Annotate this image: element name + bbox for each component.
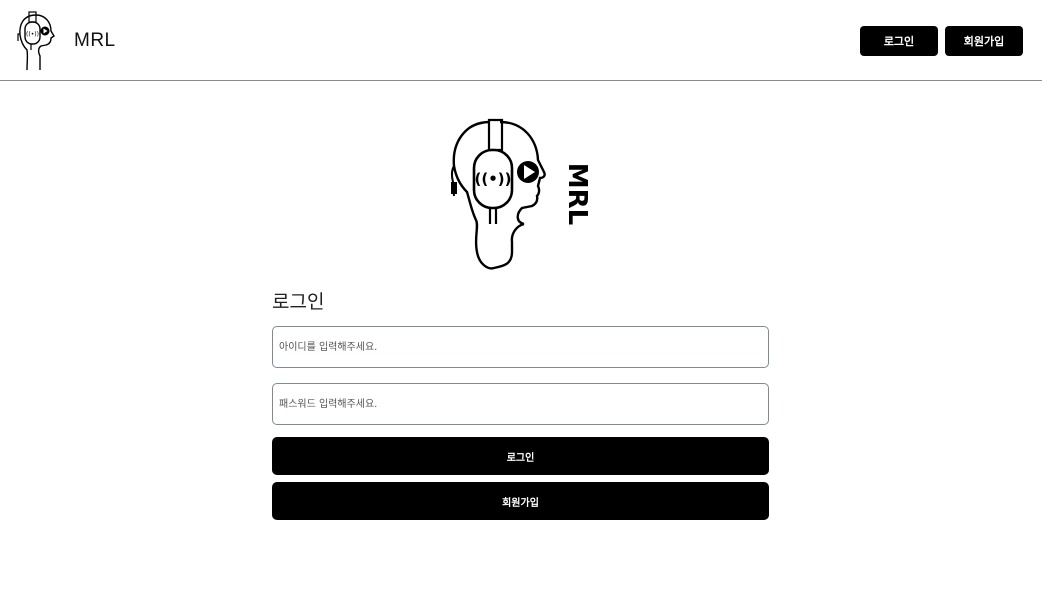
svg-text:((•)): ((•)) <box>474 170 511 188</box>
headphones-head-logo-icon: ((•)) MRL <box>451 118 592 270</box>
site-header: ((•)) MRL 로그인 회원가입 <box>0 0 1042 81</box>
password-input[interactable] <box>272 383 769 425</box>
login-form: 로그인 로그인 회원가입 <box>272 290 769 527</box>
brand-name: MRL <box>74 30 116 51</box>
svg-text:((•)): ((•)) <box>26 31 39 38</box>
signup-button[interactable]: 회원가입 <box>272 482 769 520</box>
brand[interactable]: ((•)) MRL <box>14 10 116 72</box>
hero-logo-text: MRL <box>562 163 592 225</box>
headphones-head-logo-icon: ((•)) <box>17 11 55 71</box>
id-input[interactable] <box>272 326 769 368</box>
login-title: 로그인 <box>272 291 325 313</box>
login-button[interactable]: 로그인 <box>272 437 769 475</box>
header-login-button[interactable]: 로그인 <box>860 26 938 56</box>
header-signup-button[interactable]: 회원가입 <box>945 26 1023 56</box>
header-actions: 로그인 회원가입 <box>860 26 1023 56</box>
